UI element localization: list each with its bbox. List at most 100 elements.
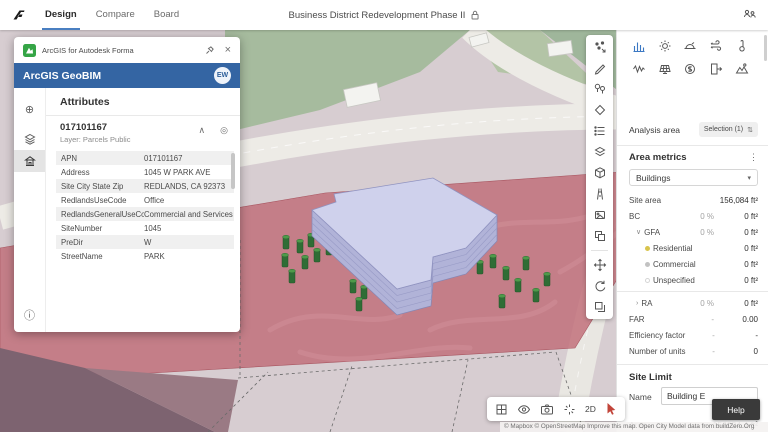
table-scrollbar[interactable] — [231, 153, 235, 189]
add-data-icon[interactable]: ⊕ — [14, 98, 45, 120]
table-row: StreetName PARK — [61, 251, 165, 261]
plan-grid-icon[interactable] — [495, 403, 508, 416]
collaboration-icon[interactable] — [743, 8, 756, 21]
close-icon[interactable]: × — [225, 44, 231, 56]
geobim-sidebar: ⊕ ⓘ — [14, 88, 46, 332]
metric-row-far: FAR - 0.00 — [629, 314, 758, 324]
help-button[interactable]: Help — [712, 399, 760, 420]
kebab-menu-icon[interactable]: ⋮ — [749, 152, 758, 163]
area-metrics-title: Area metrics — [629, 152, 687, 163]
image-tool-icon[interactable] — [593, 208, 607, 222]
site-limit-title: Site Limit — [629, 372, 672, 383]
analysis-icon-grid — [626, 39, 755, 76]
2d-toggle[interactable]: 2D — [585, 404, 596, 414]
selection-expand-icon[interactable]: ⇅ — [747, 126, 753, 134]
top-bar: Design Compare Board Business District R… — [0, 0, 768, 30]
tab-design[interactable]: Design — [42, 0, 80, 30]
project-title: Business District Redevelopment Phase II — [288, 9, 466, 21]
geobim-content: Attributes 017101167 Layer: Parcels Publ… — [46, 88, 240, 332]
solar-panel-icon[interactable] — [658, 62, 672, 76]
geobim-app-icon — [23, 43, 36, 57]
attributes-feature-icon[interactable] — [14, 150, 45, 172]
visibility-icon[interactable] — [517, 403, 531, 416]
map-attribution[interactable]: © Mapbox © OpenStreetMap Improve this ma… — [500, 422, 768, 432]
table-row: Site City State Zip REDLANDS, CA 92373 — [56, 179, 234, 193]
sun-icon[interactable] — [658, 39, 672, 53]
tab-compare[interactable]: Compare — [96, 0, 135, 30]
table-row: RedlandsGeneralUseCode Commercial and Se… — [56, 207, 234, 221]
divider — [617, 145, 768, 146]
autodesk-logo-icon — [12, 8, 26, 22]
attributes-table[interactable]: APN 017101167 Address 1045 W PARK AVE Si… — [56, 151, 235, 263]
geobim-panel-header[interactable]: ArcGIS for Autodesk Forma × — [14, 37, 240, 63]
tab-board[interactable]: Board — [154, 0, 179, 30]
info-icon[interactable]: ⓘ — [14, 304, 45, 326]
avatar[interactable]: EW — [214, 67, 231, 84]
geobim-product-name: ArcGIS GeoBIM — [23, 69, 102, 82]
view-toolbar: 2D — [487, 397, 625, 421]
duplicate-tool-icon[interactable] — [593, 300, 607, 314]
scatter-tool-icon[interactable] — [593, 40, 607, 54]
metric-row-units: Number of units - 0 — [629, 346, 758, 356]
layers-tool-icon[interactable] — [593, 145, 607, 159]
levels-tool-icon[interactable] — [593, 124, 607, 138]
camera-icon[interactable] — [540, 403, 554, 416]
residential-dot — [645, 245, 650, 251]
metric-row-unspecified: Unspecified 0 ft² — [629, 272, 758, 288]
table-row: Address 1045 W PARK AVE — [61, 167, 211, 177]
divider — [617, 364, 768, 365]
bar-chart-icon[interactable] — [632, 39, 646, 53]
toolbar-divider — [591, 250, 608, 251]
move-tool-icon[interactable] — [593, 258, 607, 272]
panel-scrollbar[interactable] — [764, 35, 767, 61]
feature-layer: Layer: Parcels Public — [60, 135, 131, 144]
metric-row-site-area: Site area 156,084 ft² — [629, 195, 758, 205]
zoom-to-feature-icon[interactable]: ◎ — [220, 125, 228, 136]
chevron-right-icon[interactable]: › — [636, 300, 638, 307]
selection-chip[interactable]: Selection (1) ⇅ — [698, 122, 758, 137]
mountain-icon[interactable] — [735, 62, 749, 76]
lock-icon — [470, 10, 479, 20]
divider — [617, 291, 768, 292]
analysis-panel: Analysis area Selection (1) ⇅ Area metri… — [616, 30, 768, 432]
group-tool-icon[interactable] — [593, 229, 607, 243]
rotate-tool-icon[interactable] — [593, 279, 607, 293]
table-row: PreDir W — [56, 235, 234, 249]
unspecified-dot — [645, 277, 650, 283]
geobim-app-title: ArcGIS for Autodesk Forma — [42, 45, 134, 55]
effects-icon[interactable] — [563, 403, 576, 416]
chevron-down-icon[interactable]: ∨ — [636, 228, 641, 236]
wind-icon[interactable] — [709, 39, 723, 53]
design-toolbar — [586, 35, 613, 319]
door-arrow-icon[interactable] — [709, 62, 723, 76]
volume-tool-icon[interactable] — [593, 166, 607, 180]
layers-icon[interactable] — [14, 128, 45, 150]
thermometer-icon[interactable] — [735, 39, 749, 53]
zone-tool-icon[interactable] — [593, 103, 607, 117]
table-row: SiteNumber 1045 — [61, 223, 162, 233]
metric-row-ra[interactable]: › RA 0 % 0 ft² — [629, 295, 758, 311]
vegetation-tool-icon[interactable] — [593, 82, 607, 96]
metric-row-gfa[interactable]: ∨ GFA 0 % 0 ft² — [629, 224, 758, 240]
collapse-icon[interactable]: ∧ — [199, 125, 206, 136]
cursor-tool-icon[interactable] — [605, 402, 617, 416]
table-row: RedlandsUseCode Office — [61, 195, 165, 205]
pencil-tool-icon[interactable] — [593, 61, 607, 75]
buildings-select[interactable]: Buildings ▾ — [629, 169, 758, 186]
metric-row-commercial: Commercial 0 ft² — [629, 256, 758, 272]
dome-icon[interactable] — [683, 39, 697, 53]
metric-row-bc: BC 0 % 0 ft² — [629, 211, 758, 221]
coin-icon[interactable] — [683, 62, 697, 76]
pin-icon[interactable] — [205, 45, 215, 55]
geobim-title-bar: ArcGIS GeoBIM EW — [14, 63, 240, 88]
site-name-label: Name — [629, 392, 652, 402]
metric-row-residential: Residential 0 ft² — [629, 240, 758, 256]
table-row: APN 017101167 — [56, 151, 234, 165]
metric-row-efficiency: Efficiency factor - - — [629, 330, 758, 340]
commercial-dot — [645, 261, 650, 267]
noise-icon[interactable] — [632, 62, 646, 76]
chevron-down-icon: ▾ — [747, 174, 751, 182]
road-tool-icon[interactable] — [593, 187, 607, 201]
attributes-heading: Attributes — [46, 88, 240, 116]
geobim-panel: ArcGIS for Autodesk Forma × ArcGIS GeoBI… — [14, 37, 240, 332]
